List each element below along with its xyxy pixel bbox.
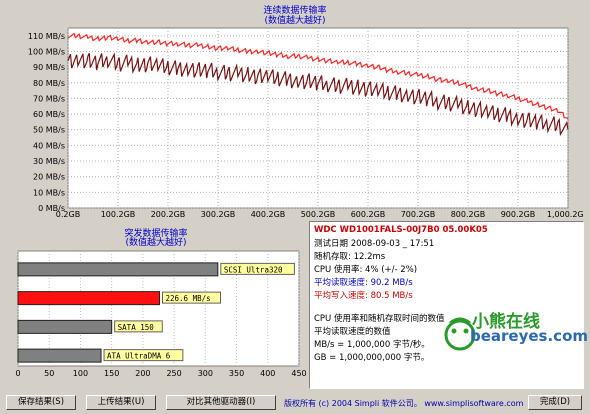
chart-subtitle: (数值越大越好) xyxy=(264,16,326,26)
drive-name: WDC WD1001FALS-00J7B0 05.00K05 xyxy=(314,225,488,235)
burst-transfer-chart: 0 50 100 150 200 250 300 350 400 450 SCSI Ultra320… xyxy=(6,221,306,389)
burst-x-tick-label: 250 xyxy=(166,369,181,378)
burst-bar xyxy=(17,319,113,334)
x-tick-label: 200.2GB xyxy=(151,210,186,218)
x-tick-label: 300.2GB xyxy=(201,210,236,218)
burst-bar xyxy=(17,348,102,363)
random-access: 随机存取: 12.2ms xyxy=(314,252,386,262)
x-tick-label: 500.2GB xyxy=(301,210,336,218)
y-tick-label: 30 MB/s xyxy=(33,157,65,166)
done-button[interactable]: 完成(D) xyxy=(528,395,582,410)
bar-label: SATA 150 xyxy=(118,323,155,332)
burst-x-tick-label: 100 xyxy=(73,369,88,378)
burst-x-tick-label: 450 xyxy=(291,369,306,378)
sequential-chart-svg: 0 MB/s10 MB/s20 MB/s30 MB/s40 MB/s50 MB/… xyxy=(28,27,584,218)
burst-x-tick-label: 50 xyxy=(44,369,54,378)
burst-bar xyxy=(17,262,219,277)
y-tick-label: 40 MB/s xyxy=(33,141,65,150)
upload-results-button[interactable]: 上传结果(U) xyxy=(86,395,156,410)
test-date: 测试日期 2008-09-03 _ 17:51 xyxy=(314,239,435,249)
save-results-button[interactable]: 保存结果(S) xyxy=(6,395,76,410)
y-tick-label: 20 MB/s xyxy=(33,173,65,182)
x-tick-label: 700.2GB xyxy=(401,210,436,218)
x-tick-label: 900.2GB xyxy=(501,210,536,218)
y-tick-label: 10 MB/s xyxy=(33,188,65,197)
x-tick-label: 600.2GB xyxy=(351,210,386,218)
burst-bar xyxy=(17,291,160,306)
y-tick-label: 100 MB/s xyxy=(28,47,65,56)
note-line-3: MB/s = 1,000,000 字节/秒。 xyxy=(314,340,430,350)
avg-read-speed: 平均读取速度: 90.2 MB/s xyxy=(314,278,413,288)
x-tick-label: 1,000.2GB xyxy=(547,210,584,218)
x-tick-label: 0.2GB xyxy=(56,210,80,218)
x-tick-label: 400.2GB xyxy=(251,210,286,218)
x-tick-label: 100.2GB xyxy=(101,210,136,218)
compare-drives-button[interactable]: 对比其他驱动器(I) xyxy=(166,395,276,410)
beareyes-watermark-logo: 小熊在线 beareyes.com xyxy=(440,305,588,355)
bar-label: 226.6 MB/s xyxy=(165,294,210,303)
bar-label: SCSI Ultra320 xyxy=(224,265,283,274)
logo-english-text: beareyes.com xyxy=(470,327,589,345)
copyright-text: 版权所有 (c) 2004 Simpli 软件公司。 www.simplisof… xyxy=(284,399,524,408)
burst-x-tick-label: 300 xyxy=(198,369,213,378)
burst-x-tick-label: 150 xyxy=(104,369,119,378)
burst-x-tick-label: 0 xyxy=(15,369,20,378)
cpu-usage: CPU 使用率: 4% (+/- 2%) xyxy=(314,265,418,275)
y-tick-label: 70 MB/s xyxy=(33,94,65,103)
note-line-1: CPU 使用率和随机存取时间的数值 xyxy=(314,314,445,324)
note-line-4: GB = 1,000,000,000 字节。 xyxy=(314,353,430,363)
sequential-transfer-chart: 0 MB/s 10 MB/s 20 MB/s 30 MB/s 40 MB/s 50 MB/… xyxy=(6,4,584,218)
y-tick-label: 80 MB/s xyxy=(33,79,65,88)
y-tick-label: 50 MB/s xyxy=(33,126,65,135)
y-tick-label: 60 MB/s xyxy=(33,110,65,119)
chart-title: 连续数据传输率 xyxy=(263,6,327,16)
bar-label: ATA UltraDMA 6 xyxy=(107,352,171,361)
burst-x-tick-label: 400 xyxy=(260,369,275,378)
y-tick-label: 90 MB/s xyxy=(33,63,65,72)
burst-x-tick-label: 200 xyxy=(135,369,150,378)
x-tick-label: 800.2GB xyxy=(451,210,486,218)
burst-chart-subtitle: (数值越大越好) xyxy=(125,238,187,248)
note-line-2: 平均读取速度的数值 xyxy=(314,327,391,337)
avg-write-speed: 平均写入速度: 80.5 MB/s xyxy=(314,291,413,301)
burst-x-tick-label: 350 xyxy=(229,369,244,378)
y-tick-label: 110 MB/s xyxy=(28,32,65,41)
